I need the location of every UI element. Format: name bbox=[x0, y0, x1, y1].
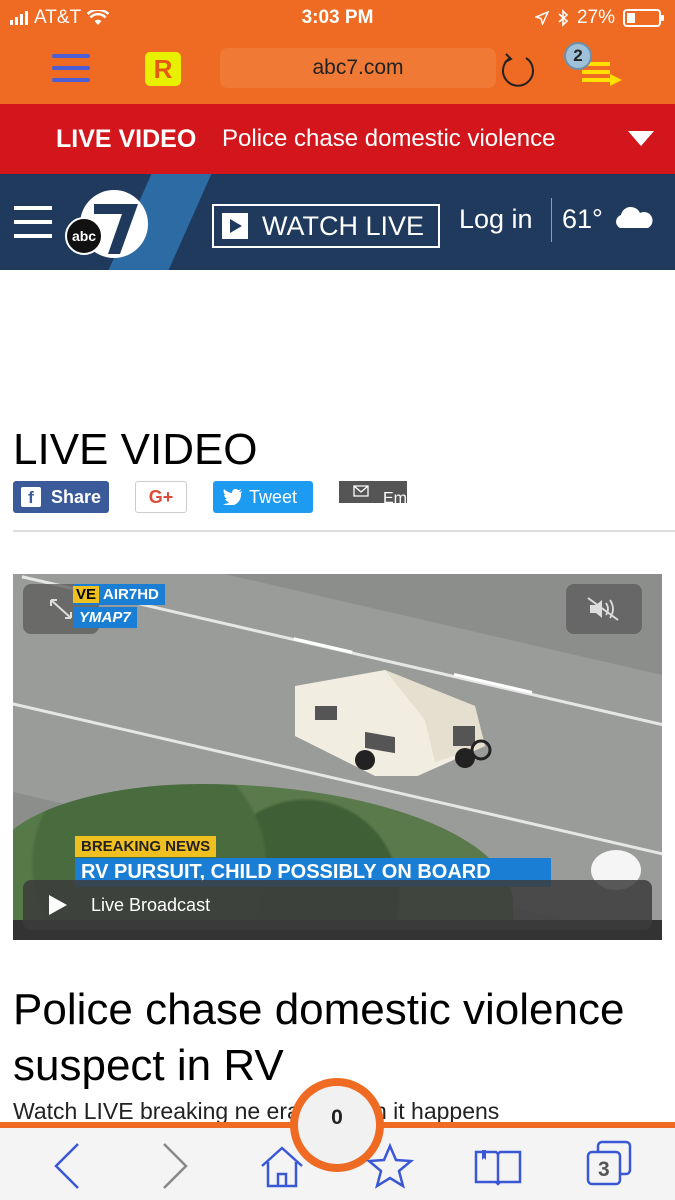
queue-badge: 2 bbox=[564, 42, 592, 70]
play-icon bbox=[222, 213, 248, 239]
battery-icon bbox=[623, 9, 664, 27]
browser-menu-icon[interactable] bbox=[52, 54, 90, 82]
mail-icon bbox=[353, 485, 369, 497]
live-banner[interactable]: LIVE VIDEO Police chase domestic violenc… bbox=[0, 104, 675, 174]
cloud-icon[interactable] bbox=[612, 204, 654, 232]
mute-button[interactable] bbox=[566, 584, 642, 634]
forward-icon[interactable] bbox=[150, 1142, 198, 1190]
facebook-share-button[interactable]: f Share bbox=[13, 481, 109, 513]
email-share-label: Em bbox=[383, 490, 407, 503]
login-link[interactable]: Log in bbox=[459, 204, 533, 235]
divider bbox=[13, 530, 675, 532]
location-arrow-icon bbox=[534, 11, 549, 25]
muted-speaker-icon bbox=[587, 597, 619, 621]
battery-fill bbox=[627, 13, 636, 23]
home-icon[interactable] bbox=[258, 1142, 306, 1190]
status-right: 27% bbox=[534, 7, 664, 29]
back-icon[interactable] bbox=[44, 1142, 92, 1190]
address-bar[interactable]: abc7.com bbox=[220, 48, 496, 88]
battery-percent: 27% bbox=[576, 7, 615, 28]
twitter-bird-icon bbox=[223, 489, 242, 505]
book-icon[interactable] bbox=[474, 1142, 522, 1190]
live-tag-prefix: VE bbox=[73, 586, 100, 603]
chevron-down-icon[interactable] bbox=[627, 130, 655, 148]
counter-value: 0 bbox=[298, 1086, 376, 1164]
bookmark-star-icon[interactable] bbox=[366, 1142, 414, 1190]
facebook-share-label: Share bbox=[51, 486, 102, 507]
browser-toolbar: R abc7.com 2 bbox=[0, 36, 675, 104]
map-tag: YMAP7 bbox=[73, 607, 137, 628]
bluetooth-icon bbox=[558, 9, 569, 27]
tabs-button[interactable]: 3 bbox=[586, 1140, 632, 1186]
live-tag: VE AIR7HD bbox=[73, 584, 165, 605]
tabs-count-label: 3 bbox=[598, 1158, 610, 1181]
abc-logo-text: abc bbox=[72, 228, 96, 244]
nav-divider bbox=[551, 198, 552, 242]
rv-vehicle bbox=[295, 670, 492, 776]
watch-live-button[interactable]: WATCH LIVE bbox=[212, 204, 440, 248]
browser-logo-icon[interactable]: R bbox=[145, 52, 181, 86]
reading-list-button[interactable]: 2 bbox=[560, 42, 630, 96]
live-tag-label: AIR7HD bbox=[103, 586, 159, 603]
page-title: LIVE VIDEO bbox=[13, 425, 258, 474]
tweet-button[interactable]: Tweet bbox=[213, 481, 313, 513]
breaking-news-tag: BREAKING NEWS bbox=[75, 836, 217, 857]
video-player[interactable]: VE AIR7HD YMAP7 BREAKING NEWS RV PURSUIT,… bbox=[13, 574, 662, 940]
facebook-icon: f bbox=[21, 487, 41, 507]
reload-icon[interactable] bbox=[496, 48, 540, 92]
tweet-label: Tweet bbox=[249, 486, 298, 507]
status-bar: AT&T 3:03 PM 27% bbox=[0, 0, 675, 36]
temperature[interactable]: 61° bbox=[562, 204, 603, 235]
live-banner-label: LIVE VIDEO bbox=[56, 125, 197, 153]
live-banner-headline: Police chase domestic violence bbox=[222, 125, 556, 152]
site-header: abc WATCH LIVE Log in 61° bbox=[0, 174, 675, 270]
live-broadcast-label: Live Broadcast bbox=[91, 894, 211, 915]
abc7-logo[interactable]: abc bbox=[64, 186, 150, 264]
watch-live-label: WATCH LIVE bbox=[262, 210, 425, 241]
email-share-button[interactable]: Em bbox=[339, 481, 407, 503]
play-icon[interactable] bbox=[49, 895, 67, 915]
google-plus-button[interactable]: G+ bbox=[135, 481, 187, 513]
site-menu-icon[interactable] bbox=[14, 206, 52, 238]
live-broadcast-bar[interactable]: Live Broadcast bbox=[23, 880, 652, 930]
